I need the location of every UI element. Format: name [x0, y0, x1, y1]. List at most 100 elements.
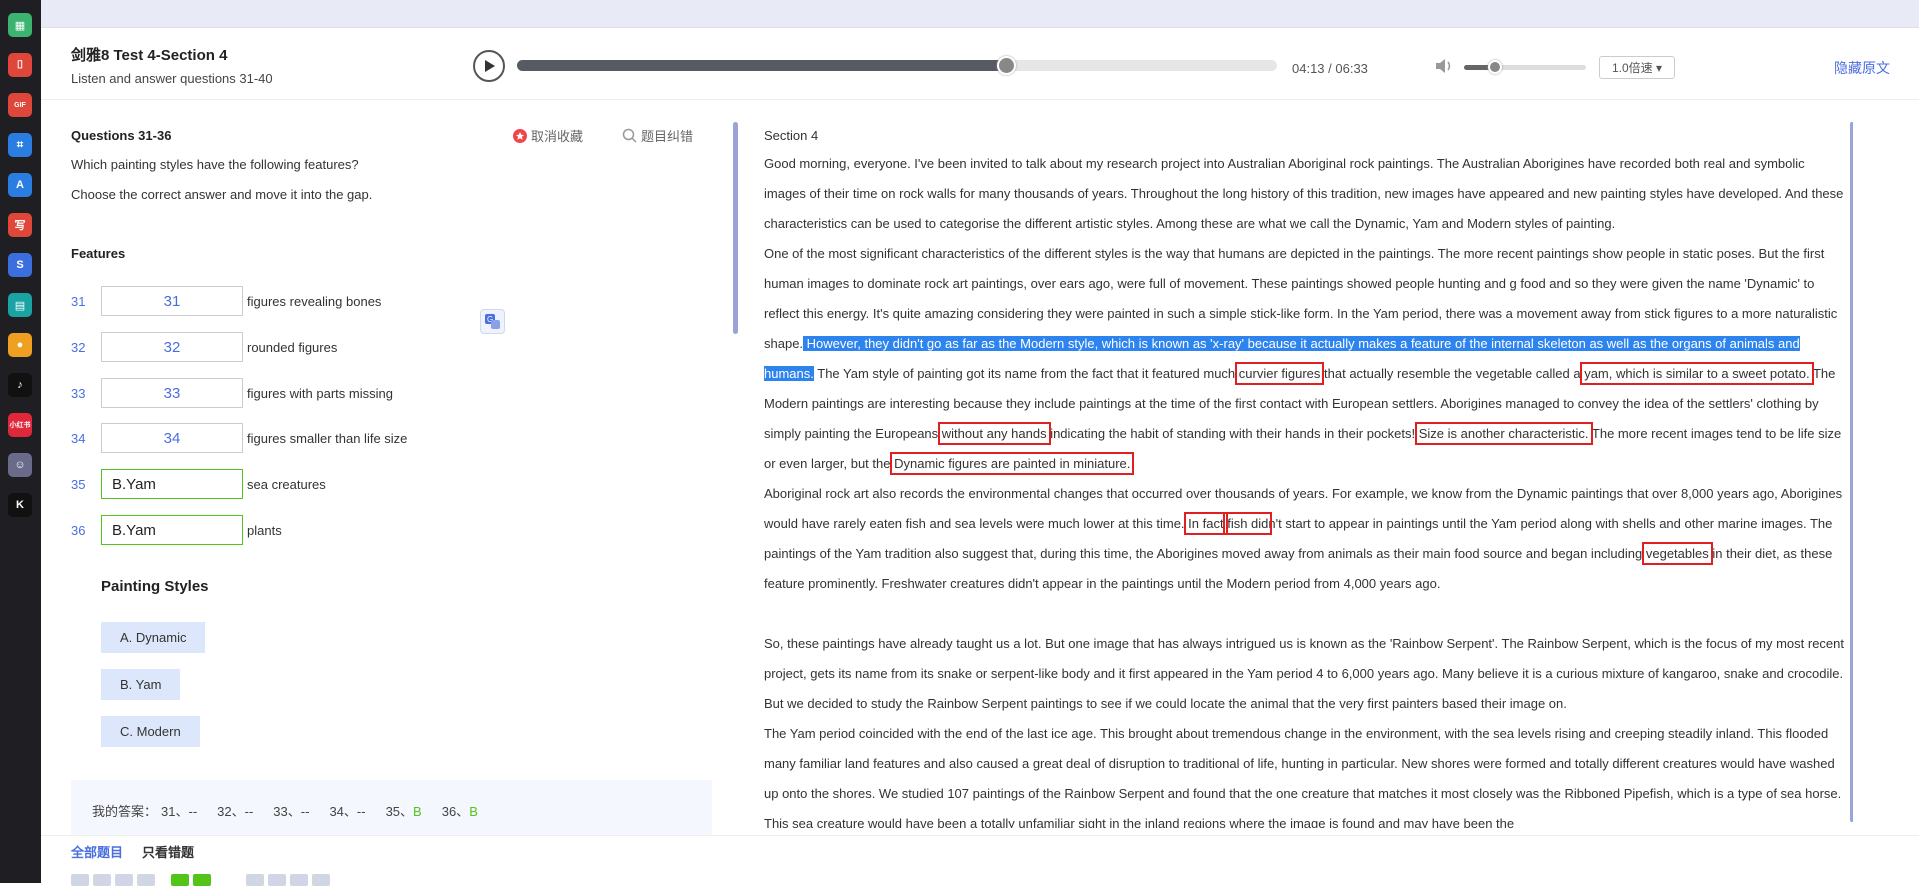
- answer-mark: In fact: [1184, 512, 1228, 535]
- question-nav-item[interactable]: [246, 874, 264, 886]
- player-header: 剑雅8 Test 4-Section 4 Listen and answer q…: [41, 28, 1919, 100]
- transcript-paragraph: Good morning, everyone. I've been invite…: [764, 156, 1844, 231]
- question-nav-item[interactable]: [290, 874, 308, 886]
- feature-label: figures revealing bones: [247, 293, 382, 309]
- answer-gap[interactable]: 34: [101, 423, 243, 453]
- unfavorite-button[interactable]: 取消收藏: [513, 126, 583, 145]
- questions-title: Questions 31-36: [71, 128, 172, 143]
- answer-item: 31、--: [161, 801, 197, 820]
- write-icon[interactable]: 写: [8, 213, 32, 237]
- style-option-yam[interactable]: B. Yam: [101, 669, 181, 700]
- question-nav-item[interactable]: [71, 874, 89, 886]
- answer-gap-filled[interactable]: B.Yam: [101, 515, 243, 545]
- feature-label: rounded figures: [247, 339, 338, 355]
- tiktok-icon[interactable]: ♪: [8, 373, 32, 397]
- progress-bar[interactable]: [517, 56, 1277, 75]
- pdf-icon[interactable]: ⌷: [8, 53, 32, 77]
- text-span: that actually resemble the vegetable cal…: [1320, 366, 1585, 381]
- feature-row: 34 34 figures smaller than life size: [71, 422, 407, 454]
- row-number: 33: [71, 385, 86, 401]
- answer-mark: without any hands: [937, 422, 1051, 445]
- question-nav-item[interactable]: [93, 874, 111, 886]
- transcript-paragraph: The Yam period coincided with the end of…: [764, 726, 1842, 828]
- answer-gap[interactable]: 33: [101, 378, 243, 408]
- time-readout: 04:13 / 06:33: [1292, 61, 1368, 76]
- page-subtitle: Listen and answer questions 31-40: [71, 71, 273, 86]
- answer-value: --: [300, 804, 310, 819]
- k-icon[interactable]: K: [8, 493, 32, 517]
- instruction-line-2: Choose the correct answer and move it in…: [71, 187, 373, 202]
- unfavorite-label: 取消收藏: [531, 129, 584, 144]
- redbook-icon[interactable]: 小红书: [8, 413, 32, 437]
- transcript-paragraph: One of the most significant characterist…: [764, 239, 1846, 479]
- answer-item: 32、--: [217, 801, 253, 820]
- translate-icon[interactable]: G: [480, 309, 505, 334]
- table-icon[interactable]: ▤: [8, 293, 32, 317]
- my-answers: 我的答案： 31、-- 32、-- 33、-- 34、-- 35、B 36、B: [92, 801, 498, 820]
- question-nav-item[interactable]: [115, 874, 133, 886]
- pin-icon[interactable]: ●: [8, 333, 32, 357]
- ds-icon[interactable]: S: [8, 253, 32, 277]
- instruction-line-1: Which painting styles have the following…: [71, 157, 359, 172]
- question-nav-item[interactable]: [137, 874, 155, 886]
- speed-select[interactable]: 1.0倍速 ▾: [1599, 56, 1675, 79]
- text-span: The Yam style of painting got its name f…: [813, 366, 1239, 381]
- transcript-text: Good morning, everyone. I've been invite…: [764, 149, 1846, 828]
- answer-value: --: [356, 804, 366, 819]
- feature-row: 36 B.Yam plants: [71, 514, 282, 546]
- answer-value: --: [188, 804, 198, 819]
- volume-knob[interactable]: [1487, 60, 1502, 74]
- question-nav-item[interactable]: [312, 874, 330, 886]
- top-strip: [41, 0, 1919, 28]
- feature-label: figures with parts missing: [247, 385, 393, 401]
- style-option-modern[interactable]: C. Modern: [101, 716, 200, 747]
- feature-row: 31 31 figures revealing bones: [71, 285, 381, 317]
- question-nav-item[interactable]: [193, 874, 211, 886]
- transcript-scrollbar[interactable]: [1850, 122, 1853, 822]
- answer-mark: Size is another characteristic.: [1414, 422, 1593, 445]
- report-error-button[interactable]: 题目纠错: [622, 126, 693, 145]
- feature-label: sea creatures: [247, 476, 326, 492]
- feature-row: 33 33 figures with parts missing: [71, 377, 393, 409]
- answer-q: 35、: [385, 804, 414, 819]
- row-number: 34: [71, 430, 86, 446]
- question-panel: Questions 31-36 取消收藏 题目纠错 Which painting…: [41, 100, 712, 835]
- gif-icon[interactable]: GIF: [8, 93, 32, 117]
- crop-icon[interactable]: ⌗: [8, 133, 32, 157]
- progress-fill: [517, 60, 1008, 71]
- answer-item: 34、--: [329, 801, 365, 820]
- question-nav-item[interactable]: [171, 874, 189, 886]
- answer-q: 31、: [161, 804, 189, 819]
- my-answers-label: 我的答案：: [92, 804, 158, 819]
- answer-item: 36、B: [442, 801, 478, 820]
- answer-gap[interactable]: 32: [101, 332, 243, 362]
- feature-label: figures smaller than life size: [247, 430, 408, 446]
- hide-transcript-button[interactable]: 隐藏原文: [1834, 58, 1890, 78]
- question-nav-item[interactable]: [268, 874, 286, 886]
- tab-wrong-only[interactable]: 只看错题: [142, 842, 194, 861]
- row-number: 32: [71, 339, 86, 355]
- scan-icon[interactable]: A: [8, 173, 32, 197]
- report-error-label: 题目纠错: [641, 129, 694, 144]
- row-number: 35: [71, 476, 86, 492]
- feature-row: 32 32 rounded figures: [71, 331, 337, 363]
- answer-mark: yam, which is similar to a sweet potato.: [1580, 362, 1814, 385]
- answer-mark: curvier figures: [1234, 362, 1325, 385]
- answer-gap-filled[interactable]: B.Yam: [101, 469, 243, 499]
- speed-value: 1.0倍速: [1611, 61, 1653, 75]
- tab-all-questions[interactable]: 全部题目: [71, 842, 123, 861]
- transcript-accent-bar: [733, 122, 738, 334]
- style-option-dynamic[interactable]: A. Dynamic: [101, 622, 206, 653]
- chevron-down-icon: ▾: [1656, 60, 1663, 75]
- volume-slider[interactable]: [1464, 60, 1586, 74]
- qr-icon[interactable]: ▦: [8, 13, 32, 37]
- bottom-bar: 全部题目 只看错题: [41, 835, 1919, 886]
- play-button[interactable]: [473, 50, 505, 82]
- volume-icon[interactable]: [1434, 57, 1454, 80]
- answer-mark: Dynamic figures are painted in miniature…: [890, 452, 1135, 475]
- answer-gap[interactable]: 31: [101, 286, 243, 316]
- answer-mark: fish did: [1223, 512, 1273, 535]
- progress-knob[interactable]: [997, 56, 1017, 75]
- avatar-icon[interactable]: ☺: [8, 453, 32, 477]
